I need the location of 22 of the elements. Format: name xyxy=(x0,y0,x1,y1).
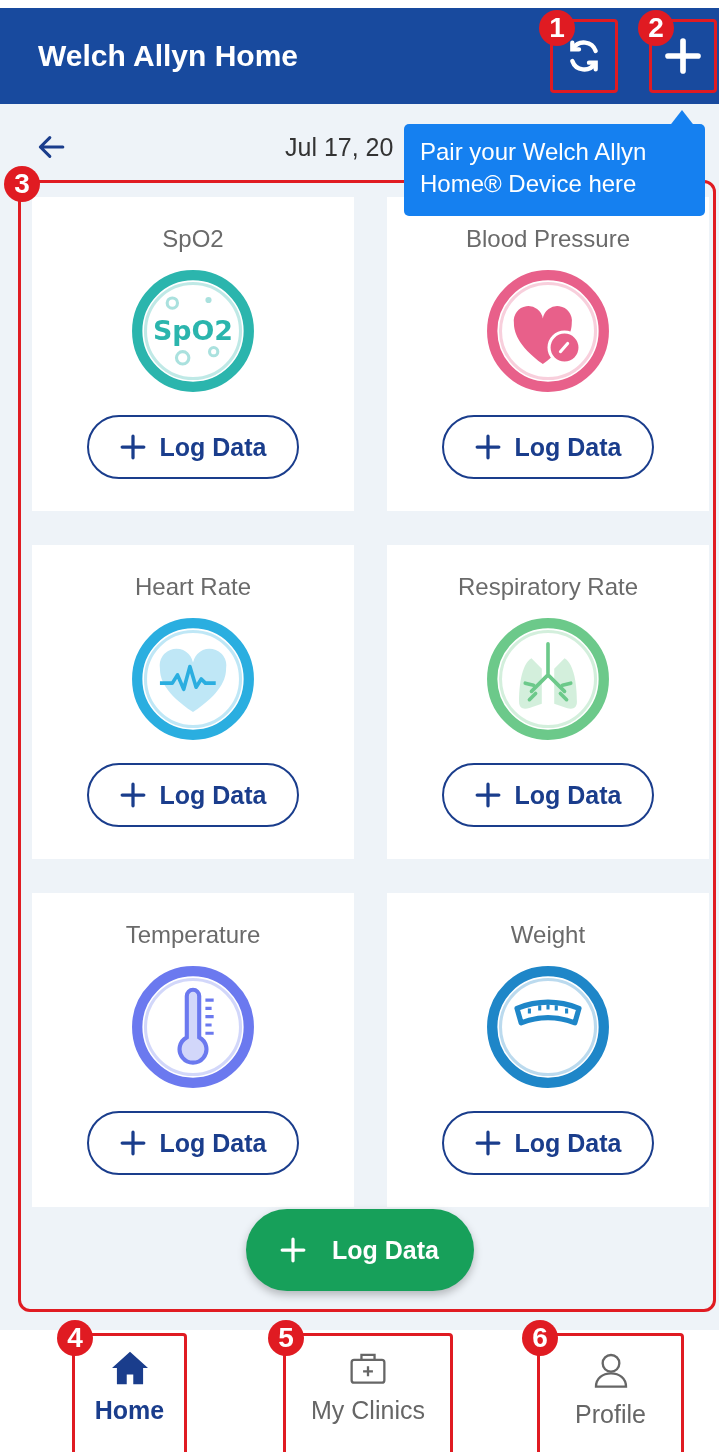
metric-title: Heart Rate xyxy=(134,573,252,601)
metric-title: Blood Pressure xyxy=(465,225,631,253)
spo2-badge-icon: SpO2 xyxy=(131,269,255,393)
date-label: Jul 17, 20 xyxy=(285,132,394,162)
log-data-button[interactable]: Log Data xyxy=(87,763,299,827)
metric-title: Weight xyxy=(510,921,586,949)
metric-title: Temperature xyxy=(125,921,261,949)
tooltip: Pair your Welch Allyn Home® Device here xyxy=(404,124,705,216)
callout-badge: 1 xyxy=(539,10,575,46)
metric-title: SpO2 xyxy=(162,225,224,253)
metric-title: Respiratory Rate xyxy=(457,573,639,601)
callout-badge: 3 xyxy=(4,166,40,202)
log-data-button[interactable]: Log Data xyxy=(442,415,654,479)
app-title: Welch Allyn Home xyxy=(38,39,300,73)
log-data-button[interactable]: Log Data xyxy=(442,1111,654,1175)
log-data-button[interactable]: Log Data xyxy=(87,415,299,479)
log-data-button[interactable]: Log Data xyxy=(87,1111,299,1175)
callout-badge: 5 xyxy=(268,1320,304,1356)
callout-badge: 2 xyxy=(638,10,674,46)
callout-badge: 6 xyxy=(522,1320,558,1356)
log-data-button[interactable]: Log Data xyxy=(442,763,654,827)
callout-badge: 4 xyxy=(57,1320,93,1356)
